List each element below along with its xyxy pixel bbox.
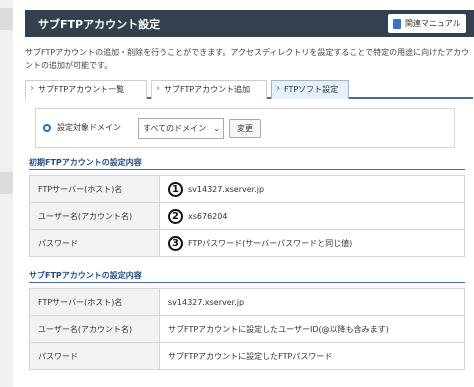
annotation-number-1: 1 [168,181,183,197]
change-button[interactable]: 変更 [229,119,261,138]
page-description: サブFTPアカウントの追加・削除を行うことができます。アクセスディレクトリを設定… [25,48,470,70]
tab-subftp-list[interactable]: サブFTPアカウント一覧 [25,80,147,99]
main-content: サブFTPアカウント設定 関連マニュアル サブFTPアカウントの追加・削除を行う… [17,0,474,387]
annotation-number-3: 3 [168,235,183,251]
tab-ftp-software-settings[interactable]: FTPソフト設定 [271,80,349,99]
tab-bar: サブFTPアカウント一覧 サブFTPアカウント追加 FTPソフト設定 [25,80,473,99]
initial-settings-table: FTPサーバー(ホスト)名 1 sv14327.xserver.jp ユーザー名(… [29,175,465,257]
row-value: サブFTPアカウントに設定したユーザーID(@以降も含みます) [159,315,465,343]
section-divider [29,282,465,283]
table-row: パスワード 3 FTPパスワード(サーバーパスワードと同じ値) [29,229,465,257]
section-divider [29,169,465,170]
row-key: ユーザー名(アカウント名) [29,202,160,230]
domain-select[interactable]: すべてのドメイン ⌄ [138,118,224,139]
row-key: パスワード [29,229,160,257]
row-value: サブFTPアカウントに設定したFTPパスワード [159,342,465,370]
table-row: ユーザー名(アカウント名) サブFTPアカウントに設定したユーザーID(@以降も… [29,315,465,343]
chevron-down-icon: ⌄ [213,124,220,133]
related-manual-label: 関連マニュアル [405,19,461,28]
section-title-initial: 初期FTPアカウントの設定内容 [29,158,142,167]
tab-subftp-add[interactable]: サブFTPアカウント追加 [151,80,267,99]
row-key: FTPサーバー(ホスト)名 [29,288,160,316]
book-icon [393,18,401,29]
domain-select-value: すべてのドメイン [143,124,207,133]
row-key: FTPサーバー(ホスト)名 [29,175,160,203]
row-value: sv14327.xserver.jp [159,288,465,316]
left-sidebar-strip [0,0,13,387]
row-value-cell: 3 FTPパスワード(サーバーパスワードと同じ値) [159,229,465,257]
sidebar-marker [0,172,13,194]
related-manual-button[interactable]: 関連マニュアル [388,14,466,33]
page-title: サブFTPアカウント設定 [38,18,161,31]
row-value-cell: 2 xs676204 [159,202,465,230]
domain-selector-label: 設定対象ドメイン [57,123,121,132]
table-row: FTPサーバー(ホスト)名 sv14327.xserver.jp [29,288,465,316]
row-value: FTPパスワード(サーバーパスワードと同じ値) [188,238,353,248]
table-row: パスワード サブFTPアカウントに設定したFTPパスワード [29,342,465,370]
domain-selector-box: 設定対象ドメイン すべてのドメイン ⌄ 変更 [35,108,455,148]
row-value: sv14327.xserver.jp [188,184,265,194]
row-key: ユーザー名(アカウント名) [29,315,160,343]
table-row: FTPサーバー(ホスト)名 1 sv14327.xserver.jp [29,175,465,203]
page-header: サブFTPアカウント設定 関連マニュアル [25,10,474,37]
row-value: xs676204 [188,211,228,221]
annotation-number-2: 2 [168,208,183,224]
section-title-sub: サブFTPアカウントの設定内容 [29,271,142,280]
radio-icon[interactable] [43,124,51,132]
row-value-cell: 1 sv14327.xserver.jp [159,175,465,203]
sub-settings-table: FTPサーバー(ホスト)名 sv14327.xserver.jp ユーザー名(ア… [29,288,465,370]
table-row: ユーザー名(アカウント名) 2 xs676204 [29,202,465,230]
row-key: パスワード [29,342,160,370]
sidebar-marker [0,8,13,30]
